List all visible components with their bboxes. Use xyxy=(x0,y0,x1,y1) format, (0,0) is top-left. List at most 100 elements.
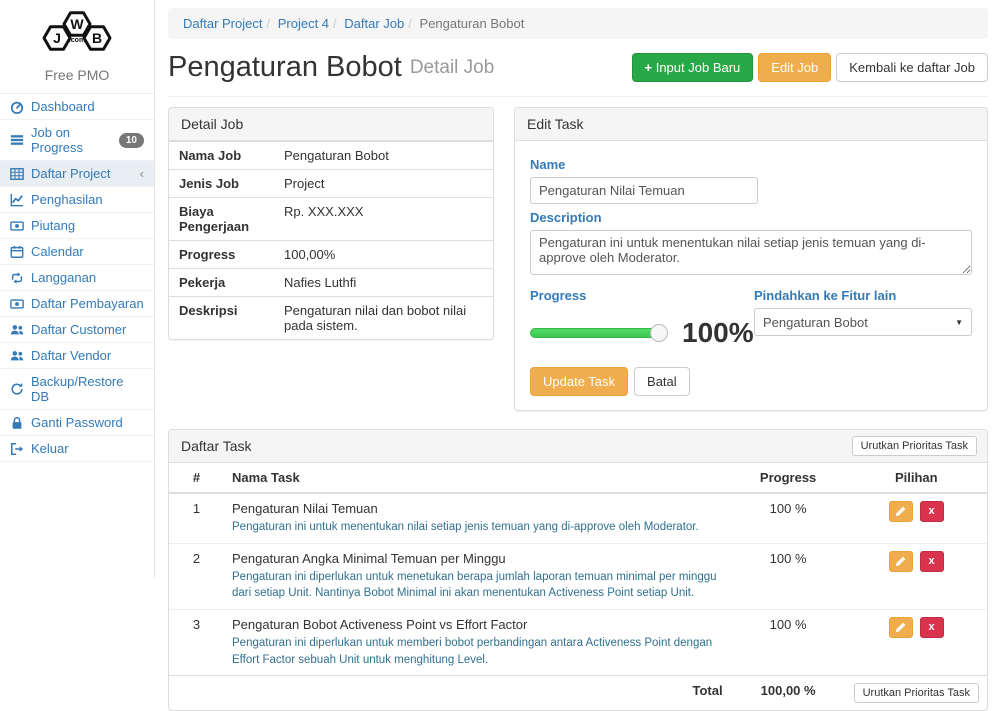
pencil-icon xyxy=(895,506,906,517)
dashboard-icon xyxy=(10,100,24,114)
move-to-feature-select[interactable]: Pengaturan Bobot ▼ xyxy=(754,308,972,336)
count-badge: 10 xyxy=(119,133,144,148)
task-progress: 100 % xyxy=(731,543,846,609)
page-title: Pengaturan Bobot xyxy=(168,51,402,84)
x-icon: x xyxy=(929,506,935,517)
page-subtitle: Detail Job xyxy=(410,57,495,79)
brand: J W B .com Free PMO xyxy=(0,0,154,94)
batal-button[interactable]: Batal xyxy=(634,367,690,396)
detail-row: Nama JobPengaturan Bobot xyxy=(169,141,493,169)
sidebar-item-daftar-vendor[interactable]: Daftar Vendor xyxy=(0,343,154,369)
detail-value: Project xyxy=(282,170,493,197)
breadcrumb: Daftar Project/ Project 4/ Daftar Job/ P… xyxy=(168,8,988,39)
header-buttons: + Input Job Baru Edit Job Kembali ke daf… xyxy=(632,53,989,82)
chevron-left-icon: ‹ xyxy=(140,166,144,181)
breadcrumb-link-daftar-project[interactable]: Daftar Project xyxy=(183,16,262,31)
task-num: 1 xyxy=(169,493,224,543)
update-task-button[interactable]: Update Task xyxy=(530,367,628,396)
urutkan-prioritas-task-button[interactable]: Urutkan Prioritas Task xyxy=(852,436,977,456)
total-row: Total 100,00 % Urutkan Prioritas Task xyxy=(169,676,987,711)
page-header: Pengaturan Bobot Detail Job + Input Job … xyxy=(168,51,988,97)
detail-label: Biaya Pengerjaan xyxy=(169,198,282,240)
retweet-icon xyxy=(10,271,24,285)
breadcrumb-link-project-4[interactable]: Project 4 xyxy=(278,16,329,31)
task-name-input[interactable] xyxy=(530,177,758,204)
edit-task-button[interactable] xyxy=(889,551,913,572)
breadcrumb-separator: / xyxy=(262,16,274,31)
task-progress: 100 % xyxy=(731,610,846,676)
calendar-icon xyxy=(10,245,24,259)
sidebar-item-piutang[interactable]: Piutang xyxy=(0,213,154,239)
detail-row: Biaya PengerjaanRp. XXX.XXX xyxy=(169,197,493,240)
column-header-action: Pilihan xyxy=(846,463,987,493)
total-value: 100,00 % xyxy=(731,676,846,711)
sidebar-item-label: Keluar xyxy=(31,441,69,456)
sidebar-item-label: Ganti Password xyxy=(31,415,123,430)
breadcrumb-link-daftar-job[interactable]: Daftar Job xyxy=(344,16,404,31)
sidebar-item-job-on-progress[interactable]: Job on Progress 10 xyxy=(0,120,154,161)
list-icon xyxy=(10,133,24,147)
task-description-textarea[interactable]: Pengaturan ini untuk menentukan nilai se… xyxy=(530,230,972,275)
svg-text:.com: .com xyxy=(69,37,85,44)
sidebar-item-keluar[interactable]: Keluar xyxy=(0,436,154,462)
edit-task-button[interactable] xyxy=(889,501,913,522)
breadcrumb-current: Pengaturan Bobot xyxy=(420,16,525,31)
sidebar-item-dashboard[interactable]: Dashboard xyxy=(0,94,154,120)
delete-task-button[interactable]: x xyxy=(920,501,944,522)
sidebar-item-langganan[interactable]: Langganan xyxy=(0,265,154,291)
breadcrumb-separator: / xyxy=(329,16,341,31)
refresh-icon xyxy=(10,382,24,396)
task-name: Pengaturan Angka Minimal Temuan per Ming… xyxy=(232,551,723,566)
detail-label: Nama Job xyxy=(169,142,282,169)
edit-task-button[interactable] xyxy=(889,617,913,638)
task-num: 3 xyxy=(169,610,224,676)
detail-label: Deskripsi xyxy=(169,297,282,339)
sidebar-item-label: Calendar xyxy=(31,244,84,259)
slider-handle[interactable] xyxy=(650,324,668,342)
pencil-icon xyxy=(895,622,906,633)
kembali-ke-daftar-job-button[interactable]: Kembali ke daftar Job xyxy=(836,53,988,82)
sidebar-item-penghasilan[interactable]: Penghasilan xyxy=(0,187,154,213)
task-table: # Nama Task Progress Pilihan 1 Pengatura… xyxy=(169,463,987,710)
jwb-logo-icon: J W B .com xyxy=(27,8,127,58)
sidebar-item-label: Daftar Pembayaran xyxy=(31,296,144,311)
progress-slider[interactable] xyxy=(530,328,660,338)
detail-value: Rp. XXX.XXX xyxy=(282,198,493,240)
svg-text:J: J xyxy=(53,30,61,46)
sidebar-item-label: Piutang xyxy=(31,218,75,233)
edit-task-panel: Edit Task Name Description Pengaturan in… xyxy=(514,107,988,411)
detail-row: DeskripsiPengaturan nilai dan bobot nila… xyxy=(169,296,493,339)
urutkan-prioritas-task-button[interactable]: Urutkan Prioritas Task xyxy=(854,683,979,703)
detail-job-panel-title: Detail Job xyxy=(169,108,493,141)
sidebar-item-label: Daftar Project xyxy=(31,166,110,181)
breadcrumb-separator: / xyxy=(404,16,416,31)
x-icon: x xyxy=(929,556,935,567)
sidebar-item-label: Backup/Restore DB xyxy=(31,374,144,404)
users-icon xyxy=(10,323,24,337)
button-label: Input Job Baru xyxy=(656,60,741,75)
name-label: Name xyxy=(530,157,972,172)
sidebar-item-calendar[interactable]: Calendar xyxy=(0,239,154,265)
select-value: Pengaturan Bobot xyxy=(763,315,868,330)
edit-job-button[interactable]: Edit Job xyxy=(758,53,831,82)
task-description: Pengaturan ini untuk menentukan nilai se… xyxy=(232,519,723,536)
svg-text:B: B xyxy=(92,30,102,46)
delete-task-button[interactable]: x xyxy=(920,617,944,638)
task-row: 3 Pengaturan Bobot Activeness Point vs E… xyxy=(169,610,987,676)
sidebar-item-daftar-customer[interactable]: Daftar Customer xyxy=(0,317,154,343)
brand-name: Free PMO xyxy=(0,67,154,83)
column-header-name: Nama Task xyxy=(224,463,731,493)
edit-task-panel-title: Edit Task xyxy=(515,108,987,141)
progress-label: Progress xyxy=(530,288,754,303)
sidebar-item-ganti-password[interactable]: Ganti Password xyxy=(0,410,154,436)
input-job-baru-button[interactable]: + Input Job Baru xyxy=(632,53,754,82)
pencil-icon xyxy=(895,556,906,567)
money-icon xyxy=(10,297,24,311)
sidebar-item-daftar-project[interactable]: Daftar Project ‹ xyxy=(0,161,154,187)
sidebar-item-daftar-pembayaran[interactable]: Daftar Pembayaran xyxy=(0,291,154,317)
svg-text:W: W xyxy=(70,16,84,32)
detail-row: PekerjaNafies Luthfi xyxy=(169,268,493,296)
table-icon xyxy=(10,167,24,181)
sidebar-item-backup-restore-db[interactable]: Backup/Restore DB xyxy=(0,369,154,410)
delete-task-button[interactable]: x xyxy=(920,551,944,572)
